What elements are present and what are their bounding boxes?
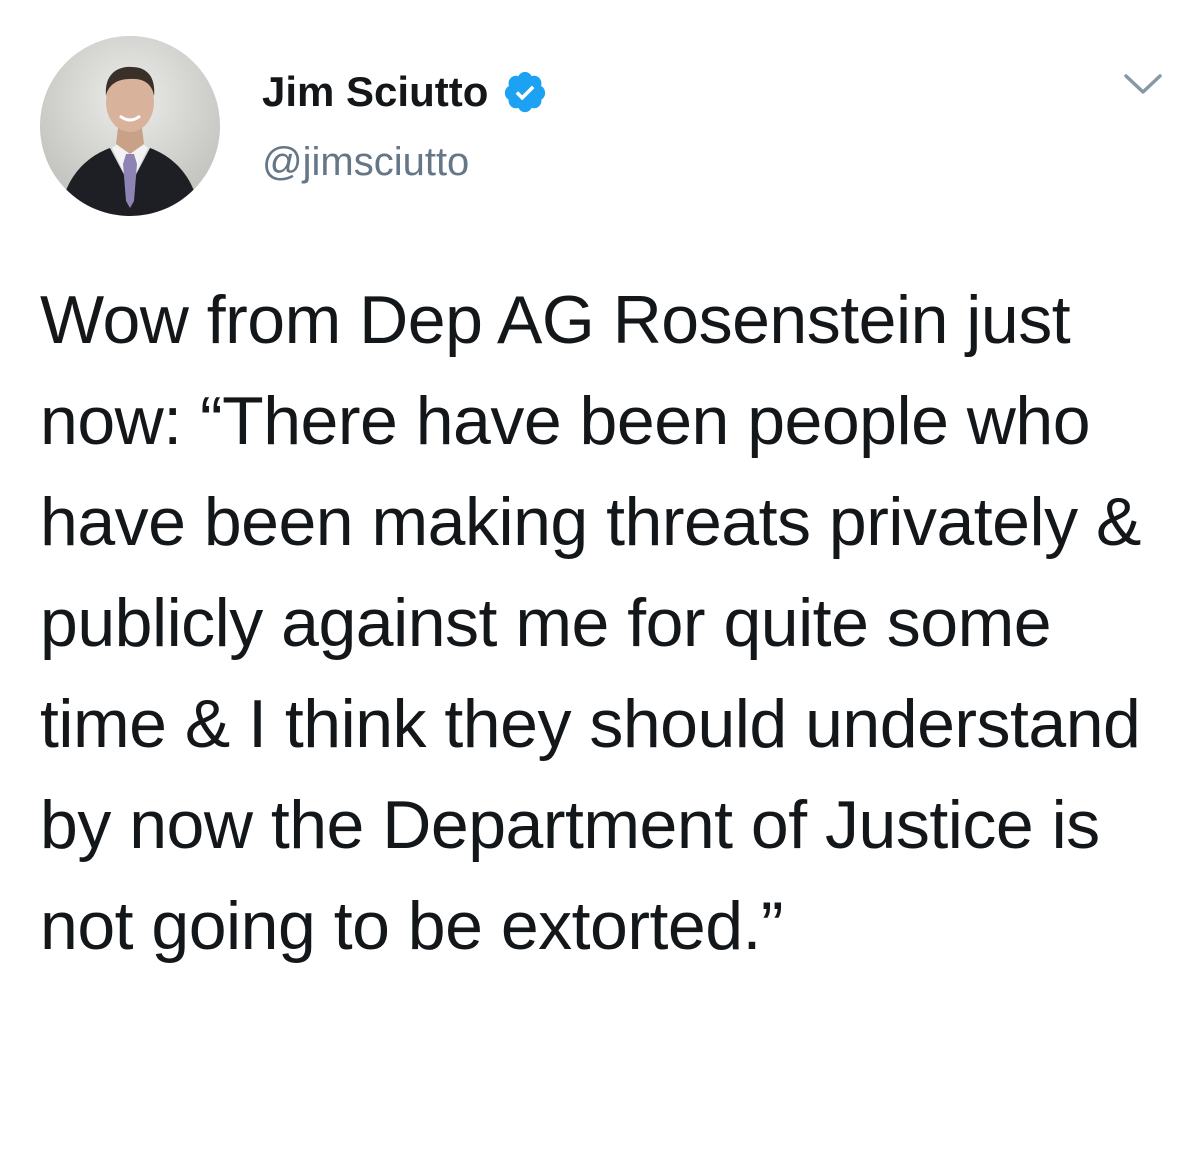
display-name[interactable]: Jim Sciutto xyxy=(262,62,488,122)
tweet-card: Jim Sciutto @jimsciutto Wow from Dep AG … xyxy=(0,0,1200,1173)
author-handle[interactable]: @jimsciutto xyxy=(262,134,469,190)
verified-badge-icon xyxy=(502,69,548,115)
avatar[interactable] xyxy=(40,36,220,216)
profile-photo-icon xyxy=(40,36,220,216)
chevron-down-icon[interactable] xyxy=(1120,66,1166,102)
author-row: Jim Sciutto xyxy=(262,62,548,122)
tweet-text: Wow from Dep AG Rosenstein just now: “Th… xyxy=(40,282,1160,964)
